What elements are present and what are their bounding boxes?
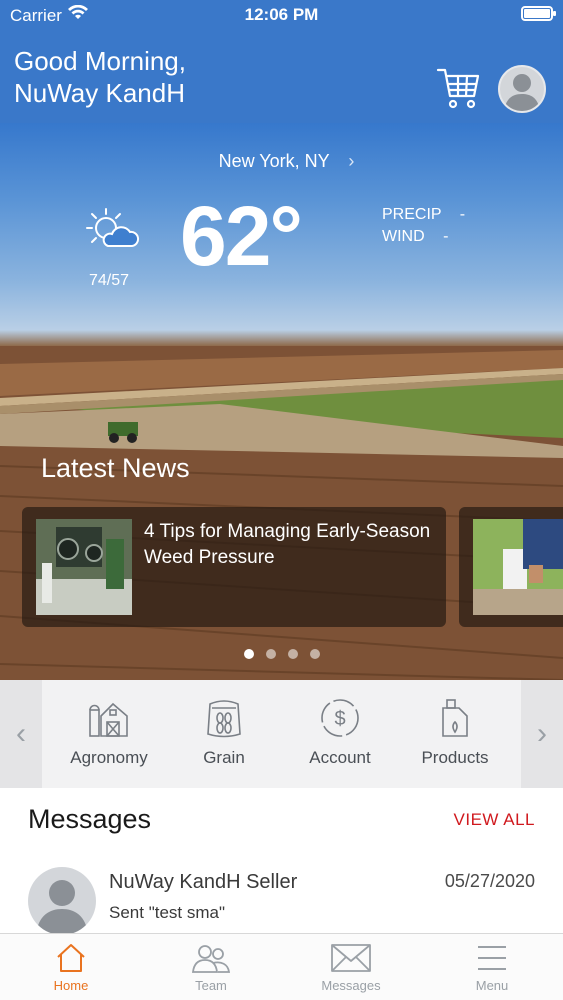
sender-avatar bbox=[28, 867, 96, 935]
news-card[interactable] bbox=[459, 507, 563, 627]
svg-text:$: $ bbox=[334, 708, 345, 730]
quick-action-account[interactable]: $ Account bbox=[285, 696, 395, 768]
cart-button[interactable] bbox=[436, 66, 480, 112]
dollar-icon: $ bbox=[321, 699, 359, 737]
view-all-messages-link[interactable]: VIEW ALL bbox=[454, 810, 535, 830]
hi-lo-temperature: 74/57 bbox=[89, 272, 130, 289]
quick-action-label: Grain bbox=[203, 748, 245, 767]
quick-action-grain[interactable]: Grain bbox=[169, 696, 279, 768]
message-sender: NuWay KandH Seller bbox=[109, 871, 298, 893]
greeting-line1: Good Morning, bbox=[14, 46, 186, 76]
precip-readout: PRECIP - bbox=[382, 206, 465, 224]
precip-label: PRECIP bbox=[382, 206, 442, 223]
team-icon bbox=[191, 945, 231, 973]
jug-icon bbox=[442, 699, 468, 737]
tab-team[interactable]: Team bbox=[156, 942, 266, 993]
profile-avatar[interactable] bbox=[498, 65, 546, 113]
person-icon bbox=[504, 74, 540, 111]
precip-value: - bbox=[459, 206, 466, 223]
chevron-right-icon: › bbox=[537, 717, 547, 750]
message-preview: Sent "test sma" bbox=[109, 903, 226, 922]
quick-action-label: Account bbox=[309, 748, 371, 767]
quick-action-label: Products bbox=[421, 748, 489, 767]
tab-label: Menu bbox=[475, 978, 509, 993]
tab-label: Messages bbox=[321, 978, 381, 993]
grain-bag-icon bbox=[207, 700, 241, 738]
wind-value: - bbox=[443, 228, 449, 245]
battery-icon bbox=[521, 6, 556, 21]
messages-title: Messages bbox=[28, 804, 152, 834]
news-pager[interactable] bbox=[244, 649, 320, 659]
wind-label: WIND bbox=[382, 228, 425, 245]
location-name: New York, NY bbox=[218, 151, 330, 171]
tab-label: Team bbox=[195, 978, 227, 993]
quick-action-agronomy[interactable]: Agronomy bbox=[54, 696, 164, 768]
hero-weather-section: Good Morning, NuWay KandH New York, NY ›… bbox=[0, 0, 563, 680]
pager-dot[interactable] bbox=[288, 649, 298, 659]
tab-menu[interactable]: Menu bbox=[437, 942, 547, 993]
pager-dot[interactable] bbox=[310, 649, 320, 659]
clock: 12:06 PM bbox=[244, 5, 319, 24]
quick-actions-prev-button[interactable]: ‹ bbox=[0, 680, 42, 788]
tab-label: Home bbox=[53, 978, 89, 993]
quick-actions-bar: ‹ Agronomy Grain $ Account Products › bbox=[0, 680, 563, 788]
greeting-user-name: NuWay KandH bbox=[14, 78, 185, 108]
tab-messages[interactable]: Messages bbox=[296, 942, 406, 993]
location-selector[interactable]: New York, NY › bbox=[0, 151, 563, 172]
greeting: Good Morning, NuWay KandH bbox=[14, 45, 186, 109]
chevron-right-icon: › bbox=[348, 151, 355, 171]
pager-dot[interactable] bbox=[244, 649, 254, 659]
news-thumbnail bbox=[473, 519, 563, 615]
barn-icon bbox=[89, 702, 128, 737]
envelope-icon bbox=[331, 944, 371, 972]
quick-actions-next-button[interactable]: › bbox=[521, 680, 563, 788]
wind-readout: WIND - bbox=[382, 228, 448, 246]
tab-home[interactable]: Home bbox=[16, 942, 126, 993]
news-thumbnail bbox=[36, 519, 132, 615]
chevron-left-icon: ‹ bbox=[16, 717, 26, 750]
message-date: 05/27/2020 bbox=[444, 871, 535, 891]
tab-bar: Home Team Messages Menu bbox=[0, 933, 563, 1000]
person-icon bbox=[36, 880, 88, 935]
news-card[interactable]: 4 Tips for Managing Early-Season Weed Pr… bbox=[22, 507, 446, 627]
menu-icon bbox=[478, 946, 506, 970]
status-bar: Carrier 12:06 PM bbox=[0, 0, 563, 32]
latest-news-title: Latest News bbox=[41, 453, 190, 483]
pager-dot[interactable] bbox=[266, 649, 276, 659]
news-headline: 4 Tips for Managing Early-Season Weed Pr… bbox=[144, 521, 431, 568]
home-icon bbox=[57, 944, 85, 972]
partly-cloudy-icon bbox=[86, 208, 140, 247]
current-temperature: 62° bbox=[180, 189, 303, 283]
quick-action-products[interactable]: Products bbox=[400, 696, 510, 768]
quick-action-label: Agronomy bbox=[70, 748, 148, 767]
cart-icon bbox=[436, 68, 480, 109]
